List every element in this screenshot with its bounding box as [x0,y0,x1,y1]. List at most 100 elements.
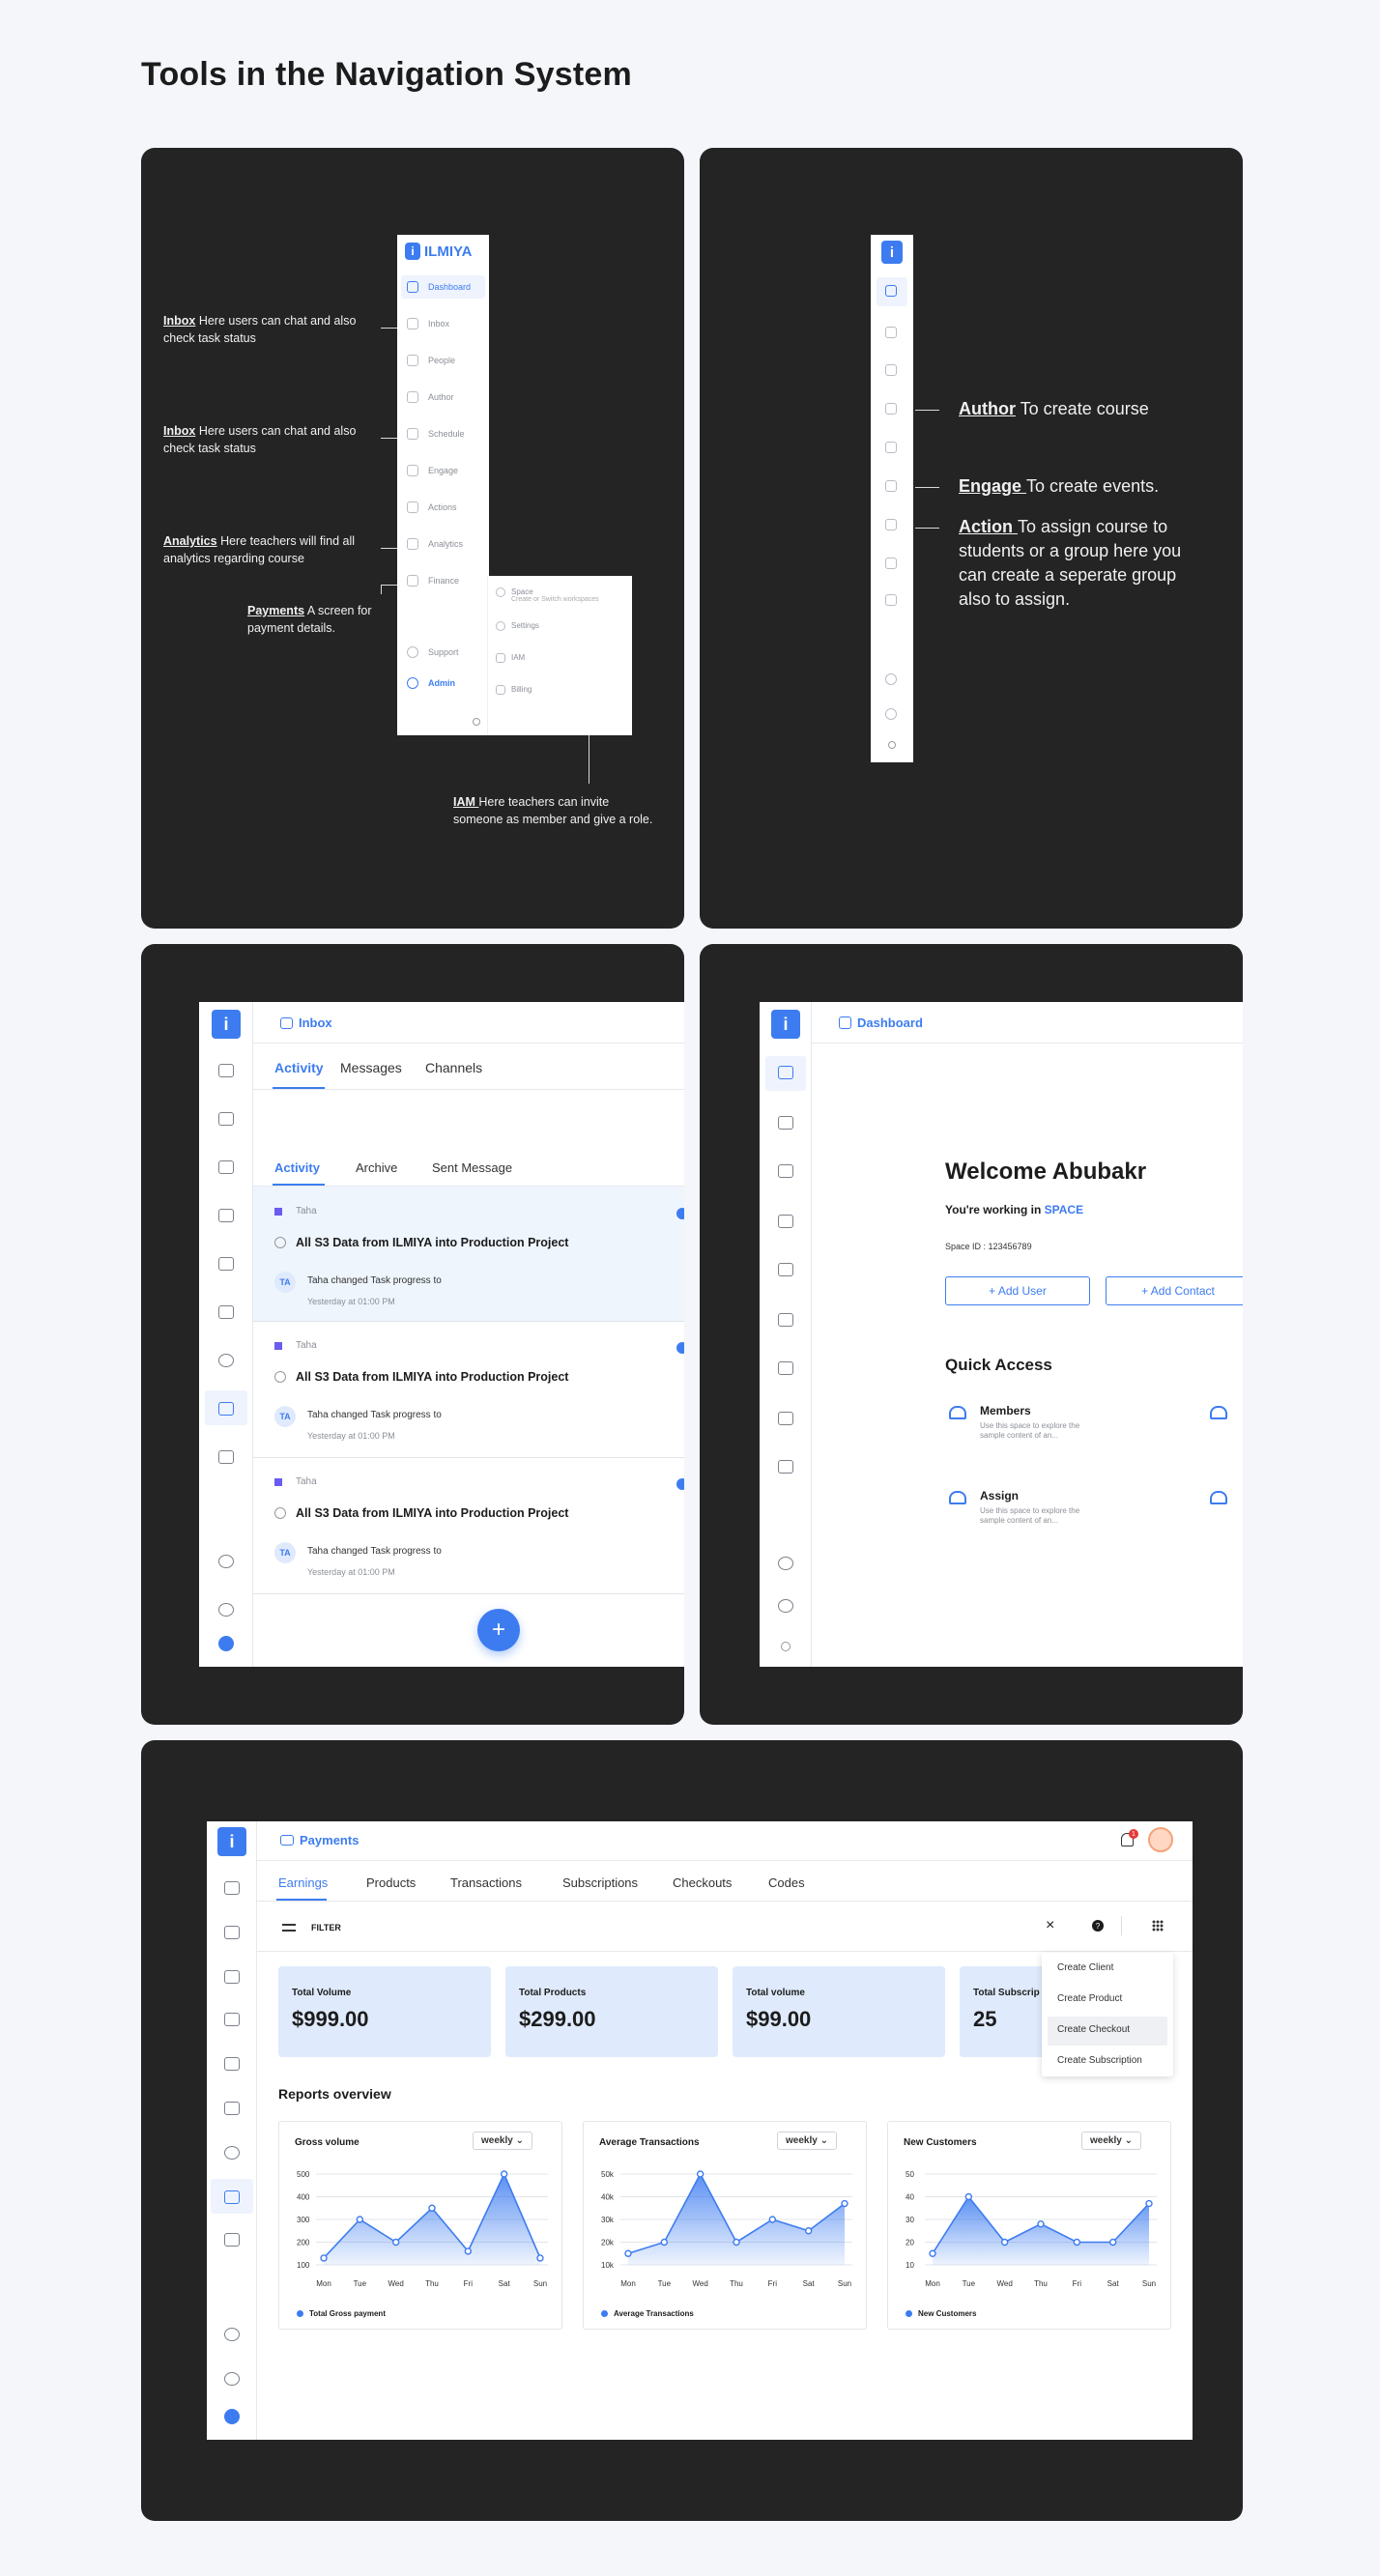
add-user-button[interactable]: + Add User [945,1276,1090,1305]
submenu-iam[interactable]: IAM [511,653,525,663]
list-item[interactable]: Taha All S3 Data from ILMIYA into Produc… [253,1323,684,1458]
sidebar-item-finance[interactable]: Finance [407,575,459,587]
sidebar-item-analytics[interactable]: Analytics [407,538,463,550]
user-avatar[interactable] [1148,1827,1173,1852]
period-select[interactable]: weekly ⌄ [777,2132,837,2150]
sidebar-item-engage[interactable]: Engage [407,465,458,476]
tab-messages[interactable]: Messages [340,1060,402,1075]
menu-item-create-product[interactable]: Create Product [1057,1993,1122,2004]
add-fab-button[interactable]: + [477,1609,520,1651]
people-icon[interactable] [217,1160,234,1174]
finance-icon[interactable] [217,1450,234,1464]
sidebar-item-admin[interactable]: Admin [407,677,455,689]
list-item[interactable]: Taha All S3 Data from ILMIYA into Produc… [253,1187,684,1322]
engage-icon[interactable] [885,480,897,492]
actions-icon[interactable] [885,519,897,530]
author-icon[interactable] [217,1257,234,1271]
subtab-sent-message[interactable]: Sent Message [432,1160,512,1175]
stat-card-total-volume: Total Volume $999.00 [278,1966,491,2057]
collapse-icon[interactable] [473,718,480,726]
period-select[interactable]: weekly ⌄ [473,2132,532,2150]
sidebar-item-author[interactable]: Author [407,391,454,403]
expand-icon[interactable] [781,1642,791,1651]
sidebar-item-support[interactable]: Support [407,646,459,658]
menu-item-create-subscription[interactable]: Create Subscription [1057,2055,1142,2066]
support-icon[interactable] [885,673,897,685]
author-icon[interactable] [223,2057,240,2071]
admin-icon[interactable] [885,708,897,720]
calendar-icon[interactable] [223,2102,240,2115]
finance-icon[interactable] [885,594,897,606]
admin-icon[interactable] [217,1603,234,1617]
author-icon[interactable] [885,403,897,415]
engage-icon[interactable] [777,1313,793,1327]
finance-icon[interactable] [777,1460,793,1474]
grid-menu-icon[interactable] [1152,1920,1164,1932]
support-icon[interactable] [217,1555,234,1568]
settings-icon [496,621,505,631]
submenu-settings[interactable]: Settings [511,621,539,631]
people-icon[interactable] [777,1164,793,1178]
subtab-archive[interactable]: Archive [356,1160,397,1175]
analytics-icon[interactable] [223,2013,240,2026]
subtab-activity[interactable]: Activity [274,1160,320,1175]
calendar-icon[interactable] [885,442,897,453]
calendar-icon[interactable] [217,1305,234,1319]
actions-icon[interactable] [777,1361,793,1375]
menu-item-create-checkout[interactable]: Create Checkout [1057,2024,1130,2035]
sidebar-item-people[interactable]: People [407,355,455,366]
add-contact-button[interactable]: + Add Contact [1106,1276,1243,1305]
analytics-icon[interactable] [217,1209,234,1222]
list-item[interactable]: Taha All S3 Data from ILMIYA into Produc… [253,1459,684,1594]
submenu-billing[interactable]: Billing [511,685,532,695]
dashboard-icon[interactable] [777,1066,793,1079]
check-icon[interactable] [217,1354,234,1367]
dashboard-icon[interactable] [223,1881,240,1895]
analytics-icon[interactable] [777,1412,793,1425]
chat-icon[interactable] [217,1112,234,1126]
help-icon[interactable]: ? [1092,1920,1104,1932]
menu-item-create-client[interactable]: Create Client [1057,1962,1113,1973]
check-icon[interactable] [223,2146,240,2160]
close-icon[interactable]: × [1046,1917,1054,1934]
expand-icon[interactable] [224,2409,240,2424]
tab-channels[interactable]: Channels [425,1060,482,1075]
user-group-icon[interactable] [1210,1406,1227,1419]
calendar-icon[interactable] [777,1263,793,1276]
expand-icon[interactable] [218,1636,234,1651]
admin-icon[interactable] [223,2372,240,2386]
people-icon[interactable] [223,1970,240,1984]
dashboard-icon[interactable] [217,1064,234,1077]
submenu-space[interactable]: Space [511,587,599,596]
support-icon[interactable] [777,1557,793,1570]
tab-transactions[interactable]: Transactions [450,1875,522,1890]
period-select[interactable]: weekly ⌄ [1081,2132,1141,2150]
annotation-inbox-2: Inbox Here users can chat and also check… [163,424,357,455]
sidebar-item-schedule[interactable]: Schedule [407,428,465,440]
author-icon[interactable] [777,1215,793,1228]
actions-icon[interactable] [223,2190,240,2204]
finance-icon[interactable] [223,2233,240,2247]
sidebar-item-dashboard[interactable]: Dashboard [407,281,471,293]
people-icon[interactable] [885,364,897,376]
admin-icon[interactable] [777,1599,793,1613]
user-group-icon[interactable] [1210,1491,1227,1504]
expand-icon[interactable] [888,741,896,749]
tab-products[interactable]: Products [366,1875,416,1890]
filter-button[interactable]: FILTER [311,1923,341,1932]
tab-earnings[interactable]: Earnings [278,1875,328,1890]
sidebar-item-actions[interactable]: Actions [407,501,457,513]
sidebar-item-inbox[interactable]: Inbox [407,318,449,329]
actions-icon[interactable] [217,1402,234,1416]
tab-subscriptions[interactable]: Subscriptions [562,1875,638,1890]
analytics-icon[interactable] [885,558,897,569]
inbox-icon[interactable] [885,327,897,338]
tab-codes[interactable]: Codes [768,1875,805,1890]
tab-activity[interactable]: Activity [274,1060,324,1075]
filter-icon[interactable] [282,1924,296,1932]
dashboard-icon[interactable] [885,285,897,297]
tab-checkouts[interactable]: Checkouts [673,1875,732,1890]
inbox-icon[interactable] [777,1116,793,1130]
chat-icon[interactable] [223,1926,240,1939]
support-icon[interactable] [223,2328,240,2341]
